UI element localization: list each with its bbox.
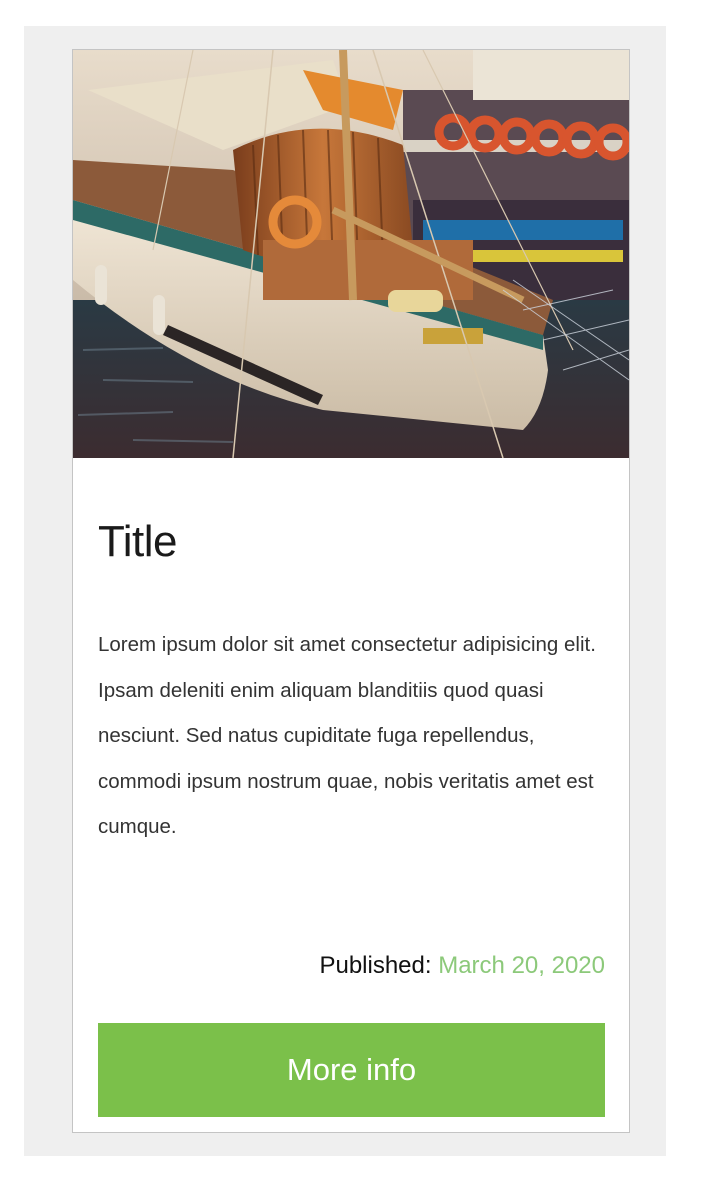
page-frame: Title Lorem ipsum dolor sit amet consect… — [24, 26, 666, 1156]
article-card: Title Lorem ipsum dolor sit amet consect… — [72, 49, 630, 1133]
published-date: March 20, 2020 — [438, 952, 605, 979]
published-label: Published: — [319, 952, 432, 979]
published-info: Published: March 20, 2020 — [319, 950, 605, 982]
card-image — [73, 50, 629, 458]
more-info-button[interactable]: More info — [98, 1023, 605, 1117]
card-description: Lorem ipsum dolor sit amet consectetur a… — [98, 633, 596, 838]
card-title: Title — [98, 517, 178, 566]
